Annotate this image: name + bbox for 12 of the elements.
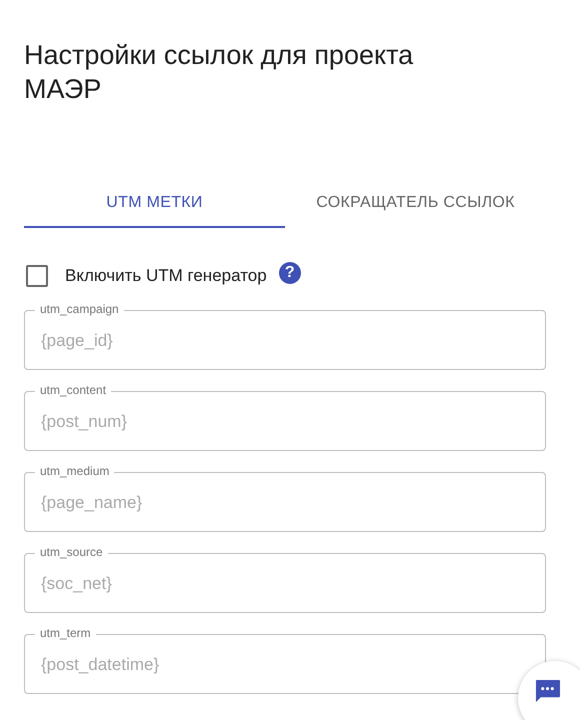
field-label: utm_content <box>35 383 112 397</box>
field-label: utm_medium <box>35 464 114 478</box>
field-label: utm_campaign <box>35 302 124 316</box>
checkbox[interactable] <box>26 265 48 287</box>
field-label: utm_source <box>35 545 108 559</box>
page-title: Настройки ссылок для проекта МАЭР <box>24 39 414 106</box>
tab[interactable]: UTM МЕТКИ <box>24 180 285 228</box>
chat-icon <box>534 679 561 704</box>
checkbox-label: Включить UTM генератор <box>65 266 267 286</box>
field-label: utm_term <box>35 626 96 640</box>
tab[interactable]: СОКРАЩАТЕЛЬ ССЫЛОК <box>285 180 546 228</box>
help-icon[interactable]: ? <box>278 262 301 284</box>
